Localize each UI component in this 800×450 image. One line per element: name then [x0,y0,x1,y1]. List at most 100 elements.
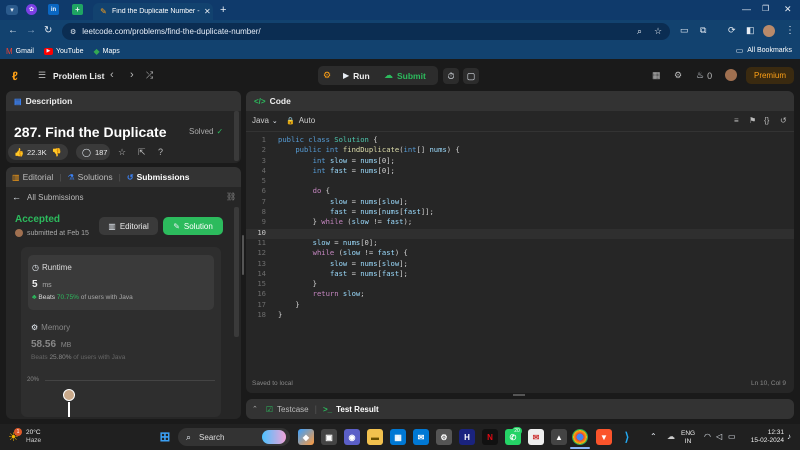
auto-mode-toggle[interactable]: 🔒 Auto [286,116,315,125]
weather-text[interactable]: 20°C Haze [26,429,41,445]
reset-icon[interactable]: ↺ [780,116,787,125]
settings-gear-icon[interactable]: ⚙ [674,70,682,81]
bookmark-gmail[interactable]: M Gmail [6,47,34,56]
tab-search-chevron-icon[interactable]: ▾ [6,5,18,15]
all-bookmarks[interactable]: ▭ All Bookmarks [736,46,792,55]
active-tab[interactable]: ✎ Find the Duplicate Number - Le ✕ [93,3,213,20]
format-icon[interactable]: ≡ [734,116,739,125]
netflix-icon[interactable]: N [482,429,498,445]
timer-icon[interactable]: ⏱ [443,68,459,84]
battery-icon[interactable]: ▭ [728,432,736,441]
profile-avatar[interactable] [763,25,775,37]
vscode-icon[interactable]: ⟩ [619,429,635,445]
collapse-chevron-icon[interactable]: ⌃ [252,405,258,413]
braces-icon[interactable]: {} [764,116,769,125]
vertical-splitter-handle[interactable] [513,394,525,396]
tab-solutions[interactable]: ⚗ Solutions [68,172,113,182]
file-explorer-icon[interactable]: ▬ [367,429,383,445]
runtime-card[interactable]: ◷ Runtime 5 ms ♣ Beats 70.75% of users w… [28,255,214,310]
linkedin-tab-icon[interactable]: in [48,4,59,15]
code-editor[interactable]: public class Solution { public int findD… [278,135,460,320]
bookmark-maps[interactable]: ◆ Maps [93,47,119,56]
task-view-icon[interactable]: ▣ [321,429,337,445]
problem-list-link[interactable]: Problem List [53,71,104,81]
teams-icon[interactable]: ◉ [344,429,360,445]
hackerrank-icon[interactable]: H [459,429,475,445]
debug-icon[interactable]: ⚙ [323,70,331,81]
chrome-icon[interactable] [572,429,588,445]
run-button[interactable]: ▶ Run [343,68,377,83]
layout-icon[interactable]: ▦ [652,70,661,81]
tab-submissions[interactable]: ↺ Submissions [127,172,190,182]
premium-button[interactable]: Premium [746,67,794,84]
description-tab[interactable]: Description [26,96,73,106]
comments-button[interactable]: ◯ 187 [76,144,110,160]
prev-problem-icon[interactable]: ‹ [110,69,114,81]
reload-icon[interactable]: ↻ [44,25,52,36]
description-scrollbar[interactable] [234,111,239,161]
copy-link-icon[interactable]: ⛓ [226,192,236,201]
new-tab-icon[interactable]: + [220,4,226,16]
tab-label: Editorial [22,172,54,182]
more-menu-icon[interactable]: ⋮ [785,25,795,36]
submissions-scrollbar[interactable] [234,207,239,337]
notes-icon[interactable]: ▢ [463,68,479,84]
settings-icon[interactable]: ⚙ [436,429,452,445]
photos-icon[interactable]: ▲ [551,429,567,445]
testcase-tab[interactable]: ☑ Testcase [266,405,309,414]
sheets-tab-icon[interactable]: + [72,4,83,15]
maps-icon: ◆ [93,46,100,56]
test-result-tab[interactable]: >_ Test Result [323,405,379,414]
sync-icon[interactable]: ⟳ [728,25,736,36]
cloud-tray-icon[interactable]: ☁ [667,432,675,441]
bookmark-icon[interactable]: ⚑ [749,116,756,125]
thumbs-up-icon[interactable]: 👍 [14,148,24,157]
bookmark-star-icon[interactable]: ☆ [654,26,662,37]
all-submissions-link[interactable]: ← All Submissions [12,192,83,202]
brave-icon[interactable]: ▼ [596,429,612,445]
close-window-icon[interactable]: ✕ [784,4,792,15]
language-indicator[interactable]: ENG IN [681,430,695,446]
back-icon[interactable]: ← [8,25,18,36]
streak-counter[interactable]: ♨ 0 [696,70,712,81]
memory-header[interactable]: ⚙ Memory [31,323,70,332]
extension-icon[interactable]: ✿ [26,4,37,15]
store-icon[interactable]: ▦ [390,429,406,445]
copilot-icon[interactable]: ◆ [298,429,314,445]
restore-icon[interactable]: ❐ [762,4,769,13]
minimize-icon[interactable]: — [742,4,751,14]
help-icon[interactable]: ? [158,147,163,157]
language-select[interactable]: Java ⌄ [252,116,278,125]
bookmark-youtube[interactable]: ▶ YouTube [43,47,83,55]
zoom-icon[interactable]: ⌕ [637,26,642,37]
shuffle-icon[interactable]: ⤮ [146,70,153,81]
side-panel-icon[interactable]: ◧ [746,25,755,36]
volume-icon[interactable]: ◁ [716,432,722,441]
notification-bell-icon[interactable]: ♪ [787,432,791,441]
clock[interactable]: 12:31 15-02-2024 [742,429,784,445]
tray-chevron-icon[interactable]: ⌃ [650,432,657,441]
cast-icon[interactable]: ▭ [680,25,689,36]
thumbs-down-icon[interactable]: 👎 [52,148,62,157]
code-tab[interactable]: Code [270,96,291,106]
leetcode-logo-icon[interactable]: ℓ [12,69,18,83]
user-avatar[interactable] [725,69,737,81]
extensions-icon[interactable]: ⧉ [700,25,706,36]
taskbar-search[interactable]: ⌕ Search [178,428,290,446]
wifi-icon[interactable]: ◠ [704,432,711,441]
windows-start-icon[interactable]: ⊞ [157,429,173,445]
share-icon[interactable]: ⇱ [138,147,146,158]
submit-button[interactable]: ☁ Submit [384,68,436,83]
favorite-star-icon[interactable]: ☆ [118,147,126,158]
tab-editorial[interactable]: ▥ Editorial [12,172,53,182]
mail-app-icon[interactable]: ✉ [528,429,544,445]
solution-button[interactable]: ✎ Solution [163,217,223,235]
editorial-button[interactable]: ▥ Editorial [99,217,158,235]
close-tab-icon[interactable]: ✕ [204,7,211,16]
url-bar[interactable]: ⚙ leetcode.com/problems/find-the-duplica… [62,23,670,40]
site-info-icon[interactable]: ⚙ [70,28,76,36]
mail-icon[interactable]: ✉ [413,429,429,445]
next-problem-icon[interactable]: › [130,69,134,81]
splitter-handle[interactable] [242,235,244,275]
forward-icon[interactable]: → [26,25,36,36]
